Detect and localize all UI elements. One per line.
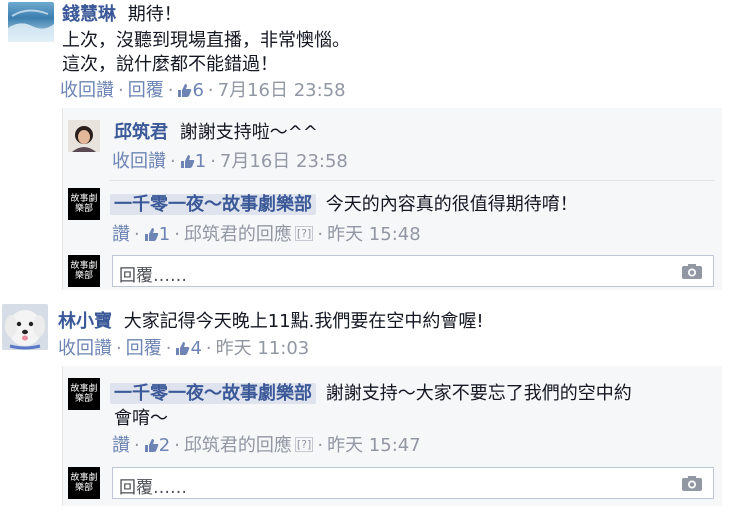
reply-link[interactable]: 回覆 bbox=[126, 338, 162, 359]
page-logo-icon: 故事劇樂部 bbox=[70, 473, 98, 493]
comment-author[interactable]: 錢慧琳 bbox=[62, 4, 116, 25]
like-count[interactable]: 4 bbox=[190, 338, 201, 359]
timestamp[interactable]: 昨天 15:48 bbox=[327, 224, 421, 245]
like-count[interactable]: 6 bbox=[192, 80, 203, 101]
commenter-avatar[interactable] bbox=[8, 2, 54, 42]
unlike-link[interactable]: 收回讚 bbox=[60, 80, 114, 101]
reply-text: 今天的內容真的很值得期待唷！ bbox=[325, 194, 578, 215]
reply-text-line: 會唷～ bbox=[114, 408, 168, 429]
page-avatar[interactable]: 故事劇樂部 bbox=[68, 188, 100, 220]
comment-text-line: 上次，沒聽到現場直播，非常懊惱。 bbox=[62, 30, 350, 51]
ocean-photo-icon bbox=[8, 9, 54, 42]
reply-author[interactable]: 邱筑君 bbox=[114, 122, 168, 143]
camera-icon[interactable] bbox=[681, 263, 703, 280]
like-count[interactable]: 2 bbox=[159, 435, 170, 456]
reply-avatar[interactable] bbox=[68, 120, 100, 152]
thumbs-up-icon bbox=[144, 225, 159, 249]
info-icon[interactable]: [?] bbox=[294, 226, 314, 241]
reply-actions: 讚 · 1 · 邱筑君的回應 [?] · 昨天 15:48 bbox=[112, 222, 421, 249]
white-dog-icon bbox=[2, 304, 48, 350]
timestamp[interactable]: 7月16日 23:58 bbox=[218, 80, 346, 101]
comment-text: 大家記得今天晚上11點.我們要在空中約會喔! bbox=[123, 311, 484, 332]
reply-by-label: 邱筑君的回應 bbox=[183, 224, 292, 245]
composer-avatar: 故事劇樂部 bbox=[68, 467, 100, 499]
comment-text-line: 這次，說什麼都不能錯過！ bbox=[62, 54, 278, 75]
reply-by-label: 邱筑君的回應 bbox=[183, 435, 292, 456]
reply-link[interactable]: 回覆 bbox=[128, 80, 164, 101]
comment-text-line: 期待！ bbox=[127, 4, 182, 25]
like-link[interactable]: 讚 bbox=[112, 435, 130, 456]
reply-actions: 收回讚 · 1 · 7月16日 23:58 bbox=[112, 150, 348, 176]
like-count[interactable]: 1 bbox=[195, 151, 206, 172]
person-photo-icon bbox=[68, 120, 100, 152]
reply-input[interactable]: 回覆…… bbox=[112, 467, 714, 499]
reply-actions: 讚 · 2 · 邱筑君的回應 [?] · 昨天 15:47 bbox=[112, 433, 421, 460]
thumbs-up-icon bbox=[180, 152, 195, 176]
thumbs-up-icon bbox=[177, 81, 192, 105]
timestamp[interactable]: 7月16日 23:58 bbox=[220, 151, 348, 172]
comment-author[interactable]: 林小寶 bbox=[58, 311, 112, 332]
unlike-link[interactable]: 收回讚 bbox=[58, 338, 112, 359]
thumbs-up-icon bbox=[144, 436, 159, 460]
reply-placeholder: 回覆…… bbox=[119, 478, 187, 498]
timestamp[interactable]: 昨天 11:03 bbox=[216, 338, 310, 359]
reply-text: 謝謝支持啦～^^ bbox=[179, 122, 318, 143]
composer-avatar: 故事劇樂部 bbox=[68, 255, 100, 287]
camera-icon[interactable] bbox=[681, 475, 703, 492]
page-logo-icon: 故事劇樂部 bbox=[70, 194, 98, 214]
reply-author-tag[interactable]: 一千零一夜～故事劇樂部 bbox=[110, 194, 316, 215]
commenter-avatar[interactable] bbox=[2, 304, 48, 350]
reply-divider bbox=[110, 180, 714, 181]
timestamp[interactable]: 昨天 15:47 bbox=[327, 435, 421, 456]
comment-actions: 收回讚 · 回覆 · 6 · 7月16日 23:58 bbox=[60, 79, 346, 105]
reply-input[interactable]: 回覆…… bbox=[112, 255, 714, 287]
comment-actions: 收回讚 · 回覆 · 4 · 昨天 11:03 bbox=[58, 337, 309, 363]
reply-placeholder: 回覆…… bbox=[119, 266, 187, 286]
reply-text-line: 謝謝支持～大家不要忘了我們的空中約 bbox=[325, 383, 632, 404]
like-count[interactable]: 1 bbox=[159, 224, 170, 245]
like-link[interactable]: 讚 bbox=[112, 224, 130, 245]
page-logo-icon: 故事劇樂部 bbox=[70, 261, 98, 281]
thumbs-up-icon bbox=[175, 339, 190, 363]
unlike-link[interactable]: 收回讚 bbox=[112, 151, 166, 172]
reply-author-tag[interactable]: 一千零一夜～故事劇樂部 bbox=[110, 383, 316, 404]
page-avatar[interactable]: 故事劇樂部 bbox=[68, 378, 100, 410]
page-logo-icon: 故事劇樂部 bbox=[70, 384, 98, 404]
info-icon[interactable]: [?] bbox=[294, 437, 314, 452]
